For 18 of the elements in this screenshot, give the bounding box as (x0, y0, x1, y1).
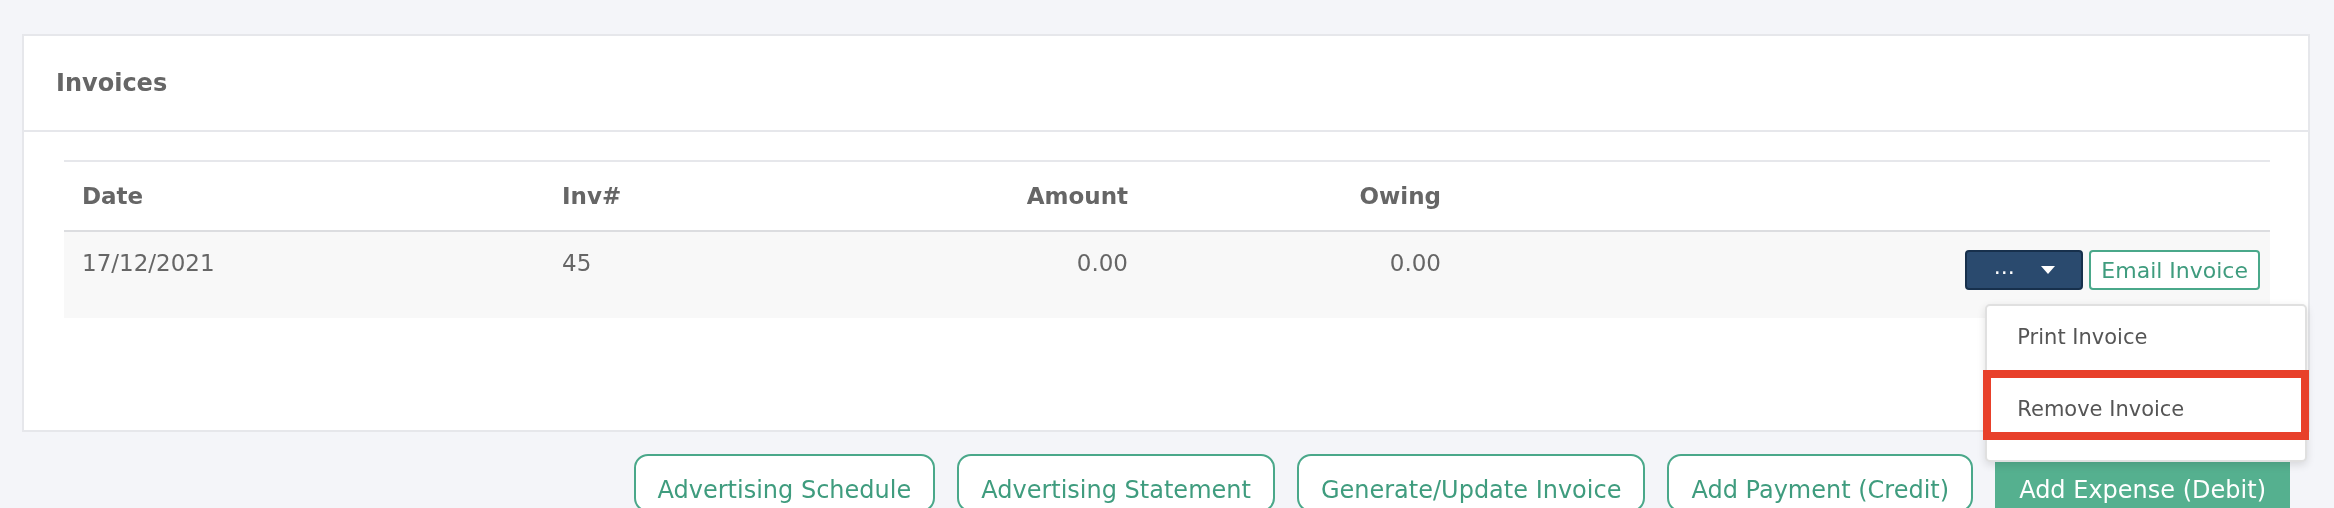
column-header: Amount (1026, 183, 1128, 209)
table-cell: 17/12/2021 (82, 250, 215, 276)
footer-button[interactable]: Advertising Schedule (633, 454, 936, 508)
column-header: Date (82, 183, 144, 209)
table-cell: 0.00 (1076, 250, 1128, 276)
caret-icon (2040, 266, 2055, 274)
footer-button[interactable]: Generate/Update Invoice (1296, 454, 1646, 508)
footer-button[interactable]: Add Payment (Credit) (1667, 454, 1974, 508)
column-header: Inv# (562, 183, 622, 209)
actions-menu-button[interactable]: ... (1965, 250, 2084, 290)
footer-button[interactable]: Advertising Statement (957, 454, 1275, 508)
email-invoice-button[interactable]: Email Invoice (2089, 250, 2260, 290)
menu-item[interactable]: Remove Invoice (1987, 384, 2306, 436)
column-header: Owing (1359, 183, 1441, 209)
menu-item[interactable]: Print Invoice (1987, 312, 2306, 364)
table-cell: 0.00 (1389, 250, 1441, 276)
panel-title: Invoices (56, 69, 168, 97)
table-cell: 45 (562, 250, 592, 276)
